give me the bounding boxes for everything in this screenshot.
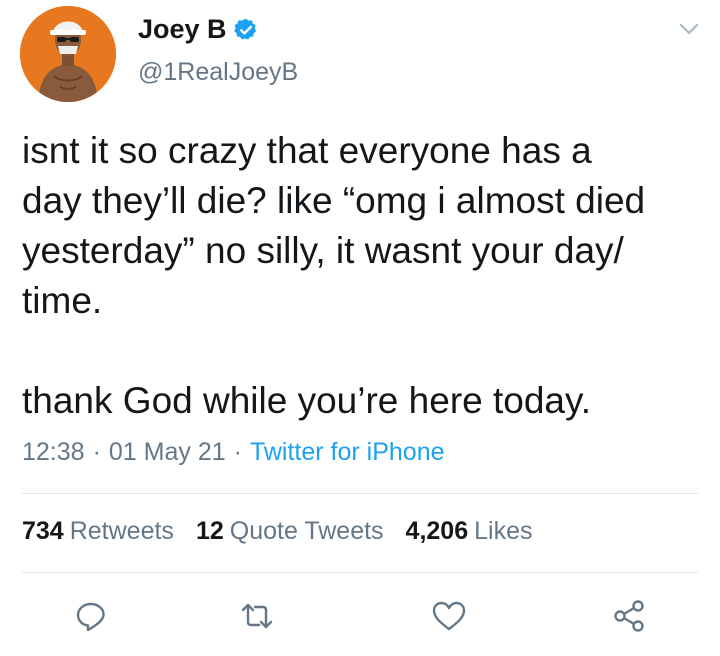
likes-count: 4,206 — [405, 517, 469, 545]
heart-icon[interactable] — [429, 596, 469, 636]
tweet-text: isnt it so crazy that everyone has a day… — [22, 130, 646, 421]
tweet-meta: 12:38 · 01 May 21 · Twitter for iPhone — [22, 438, 445, 467]
tweet-date: 01 May 21 — [108, 438, 226, 466]
tweet-stats: 734 Retweets 12 Quote Tweets 4,206 Likes — [22, 517, 554, 546]
reply-icon[interactable] — [71, 596, 111, 636]
author-name-row[interactable]: Joey B — [138, 14, 259, 45]
divider — [22, 493, 698, 494]
action-bar — [0, 596, 720, 636]
tweet-source-link[interactable]: Twitter for iPhone — [250, 438, 445, 467]
likes-label: Likes — [474, 517, 533, 545]
quote-tweets-count: 12 — [195, 517, 224, 545]
share-icon[interactable] — [609, 596, 649, 636]
tweet-time: 12:38 — [22, 438, 85, 466]
quote-tweets-label: Quote Tweets — [229, 517, 384, 545]
retweets-count: 734 — [22, 517, 64, 545]
divider — [22, 572, 698, 573]
meta-separator: · — [92, 438, 101, 466]
verified-badge-icon — [233, 17, 259, 43]
retweets-label: Retweets — [69, 517, 174, 545]
likes-stat[interactable]: 4,206 Likes — [406, 517, 533, 546]
quote-tweets-stat[interactable]: 12 Quote Tweets — [196, 517, 384, 546]
meta-separator: · — [233, 438, 242, 466]
display-name[interactable]: Joey B — [138, 14, 227, 45]
user-handle[interactable]: @1RealJoeyB — [138, 58, 298, 87]
chevron-down-icon[interactable] — [676, 16, 702, 42]
retweets-stat[interactable]: 734 Retweets — [22, 517, 174, 546]
retweet-icon[interactable] — [237, 596, 277, 636]
avatar[interactable] — [20, 6, 116, 102]
